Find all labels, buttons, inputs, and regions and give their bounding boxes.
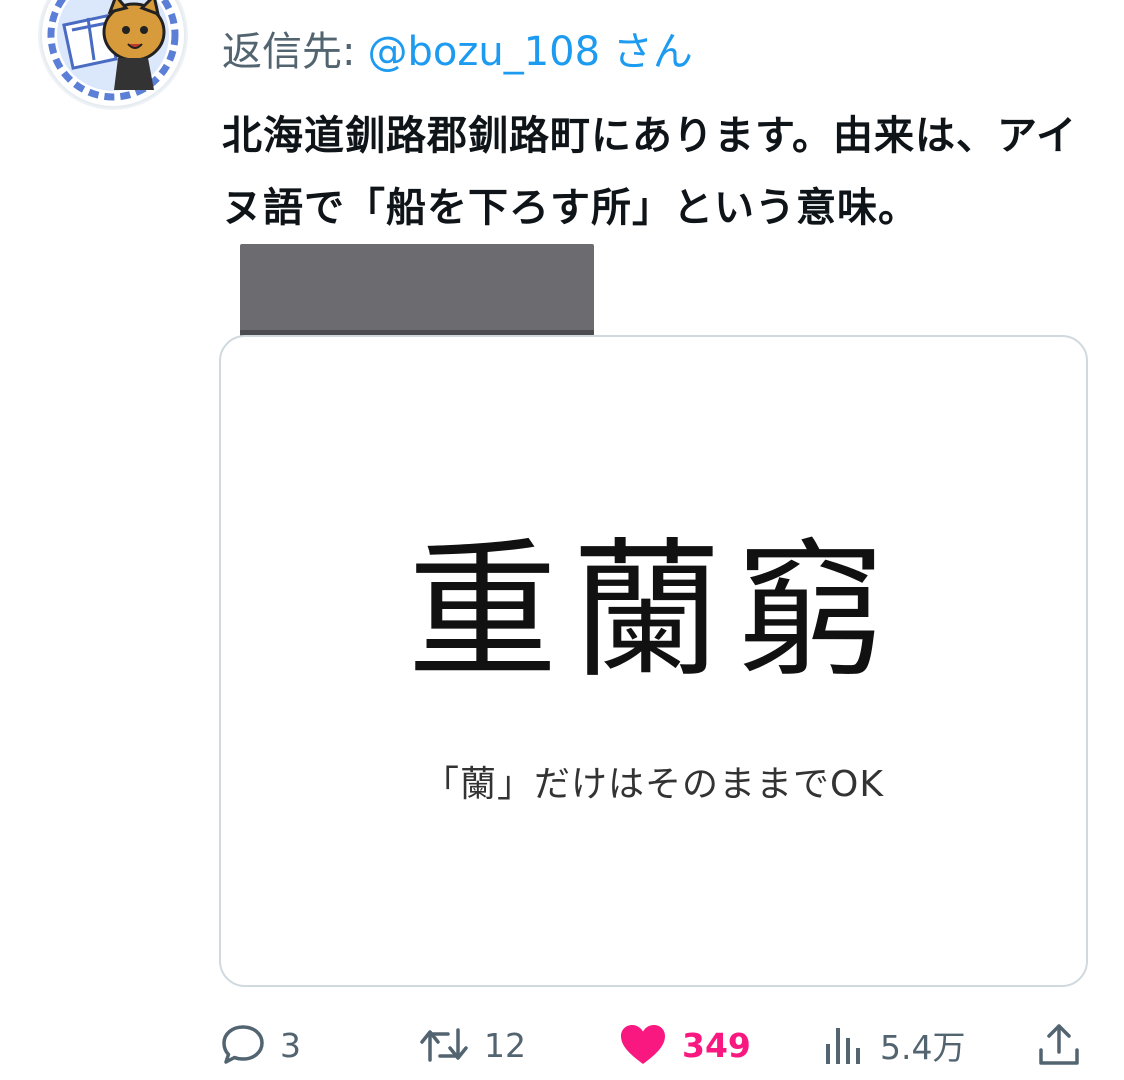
heart-icon (618, 1022, 668, 1068)
action-bar: 3 12 349 5.4万 (0, 1010, 1124, 1080)
retweet-icon (418, 1022, 470, 1068)
reply-prefix: 返信先: (222, 29, 356, 75)
like-button[interactable]: 349 (618, 1010, 751, 1080)
retweet-button[interactable]: 12 (418, 1010, 526, 1080)
reply-icon (220, 1022, 266, 1068)
avatar[interactable] (38, 0, 188, 110)
reply-to-line: 返信先: @bozu_108 さん (222, 18, 693, 78)
media-card[interactable]: 重蘭窮 「蘭」だけはそのままでOK (219, 335, 1088, 987)
reply-button[interactable]: 3 (220, 1010, 301, 1080)
tweet-body: 北海道釧路郡釧路町にあります。由来は、アイヌ語で「船を下ろす所」という意味。 (222, 113, 1077, 231)
reply-handle-link[interactable]: @bozu_108 さん (367, 19, 692, 77)
retweet-count: 12 (484, 1025, 526, 1065)
views-icon (822, 1022, 866, 1068)
tweet-text: 北海道釧路郡釧路町にあります。由来は、アイヌ語で「船を下ろす所」という意味。 (222, 100, 1102, 336)
share-button[interactable] (1036, 1010, 1082, 1080)
media-caption: 「蘭」だけはそのままでOK (423, 764, 884, 805)
share-icon (1036, 1022, 1082, 1068)
media-main-text: 重蘭窮 (407, 525, 900, 699)
redacted-block (240, 244, 594, 336)
avatar-image (40, 0, 186, 108)
views-count: 5.4万 (880, 1028, 966, 1067)
like-count: 349 (682, 1025, 751, 1065)
views-button[interactable]: 5.4万 (822, 1010, 965, 1080)
reply-count: 3 (280, 1025, 301, 1065)
